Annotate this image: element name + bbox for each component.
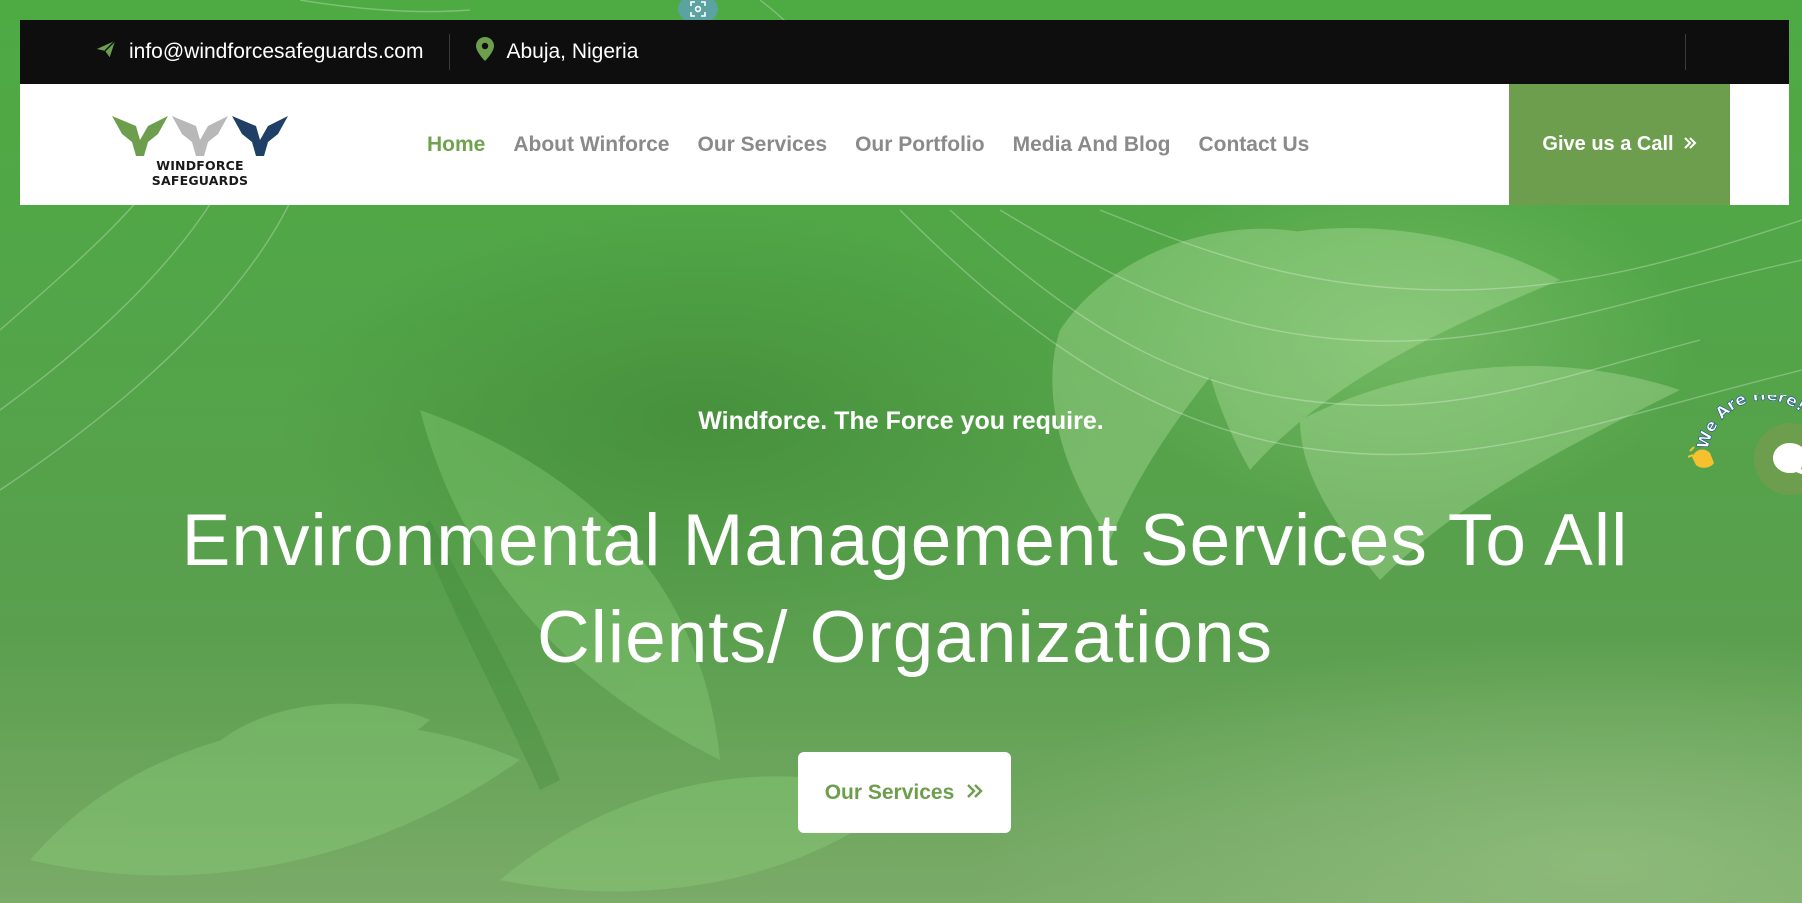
nav-item-portfolio[interactable]: Our Portfolio [855, 133, 985, 157]
give-us-a-call-button[interactable]: Give us a Call [1509, 84, 1730, 205]
hero-headline-line-2: Clients/ Organizations [536, 597, 1274, 678]
double-chevron-right-icon [966, 781, 984, 805]
top-email[interactable]: info@windforcesafeguards.com [95, 38, 423, 66]
email-text: info@windforcesafeguards.com [129, 40, 424, 63]
hero-headline-line-1: Environmental Management Services To All [181, 500, 1629, 581]
main-header: WINDFORCE SAFEGUARDS Home About Winforce… [20, 84, 1789, 205]
nav-item-home[interactable]: Home [427, 133, 485, 157]
top-divider [449, 34, 451, 70]
double-chevron-right-icon [1683, 133, 1697, 156]
nav-item-contact[interactable]: Contact Us [1198, 133, 1309, 157]
eagle-wings-logo-icon [112, 116, 288, 156]
hero-headline: Environmental Management Services To All… [100, 492, 1710, 686]
main-nav: Home About Winforce Our Services Our Por… [427, 84, 1337, 205]
services-button-label: Our Services [824, 780, 955, 804]
send-icon [95, 38, 129, 66]
nav-item-services[interactable]: Our Services [698, 133, 828, 157]
chat-widget[interactable]: We Are Here! [1687, 384, 1802, 505]
top-bar: info@windforcesafeguards.com Abuja, Nige… [20, 20, 1789, 84]
logo[interactable]: WINDFORCE SAFEGUARDS [110, 112, 290, 188]
location-text: Abuja, Nigeria [506, 40, 639, 63]
hero-tagline: Windforce. The Force you require. [698, 407, 1104, 435]
top-location: Abuja, Nigeria [476, 37, 638, 67]
map-pin-icon [476, 37, 506, 67]
top-divider-right [1685, 34, 1686, 70]
logo-text: WINDFORCE SAFEGUARDS [151, 158, 249, 188]
nav-item-media-blog[interactable]: Media And Blog [1013, 133, 1171, 157]
nav-item-about[interactable]: About Winforce [513, 133, 669, 157]
our-services-button[interactable]: Our Services [798, 752, 1011, 833]
call-button-label: Give us a Call [1542, 133, 1674, 155]
